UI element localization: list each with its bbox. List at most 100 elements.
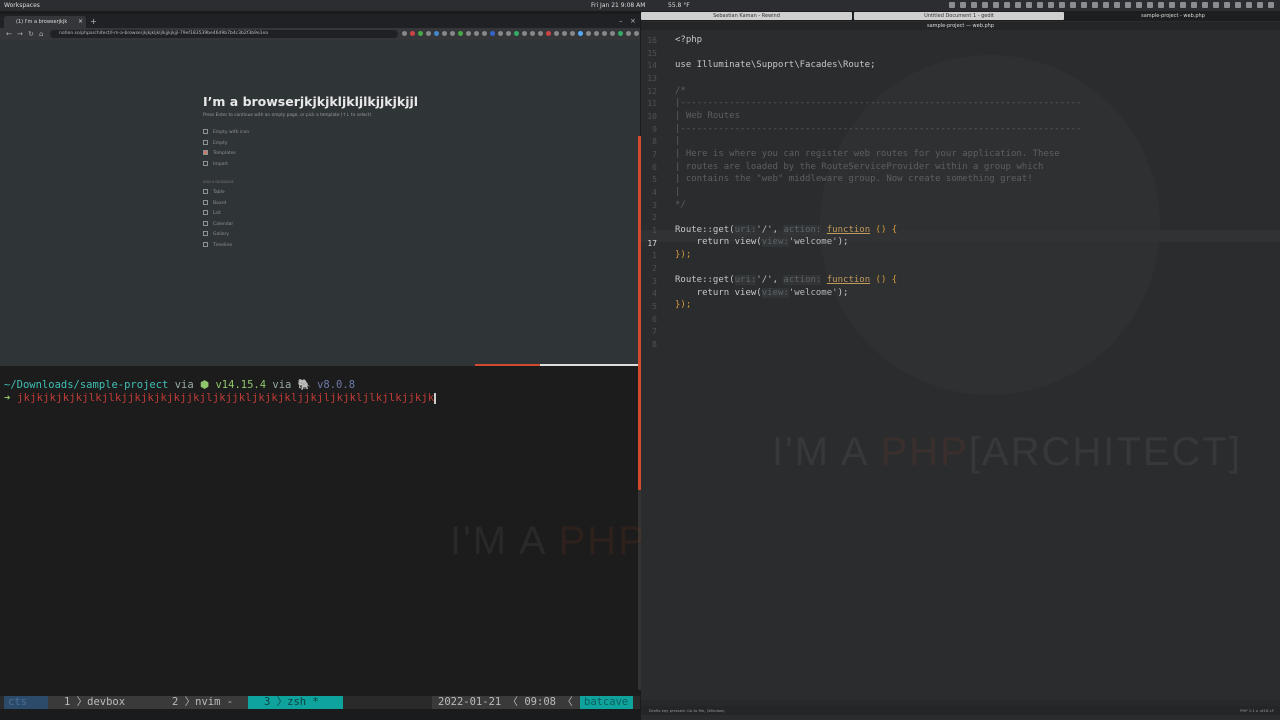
extension-icon[interactable]	[442, 31, 447, 36]
code-area[interactable]: <?php use Illuminate\Support\Facades\Rou…	[675, 33, 1280, 703]
extension-icon[interactable]	[586, 31, 591, 36]
tray-icon[interactable]	[993, 2, 999, 8]
tray-icon[interactable]	[960, 2, 966, 8]
tray-icon[interactable]	[1147, 2, 1153, 8]
tray-icon[interactable]	[1026, 2, 1032, 8]
option-templates[interactable]: Templates	[203, 150, 236, 156]
window-tab[interactable]: Sebastian Kaman - Rewind	[641, 12, 852, 20]
tray-icon[interactable]	[1004, 2, 1010, 8]
tray-icon[interactable]	[982, 2, 988, 8]
extension-icon[interactable]	[538, 31, 543, 36]
command-input[interactable]: jkjkjkjkjkjlkjlkjjkjkjkjkjjkjljkjjkljkjk…	[11, 392, 435, 404]
tray-icon[interactable]	[1235, 2, 1241, 8]
tray-icon[interactable]	[1213, 2, 1219, 8]
tray-icon[interactable]	[1081, 2, 1087, 8]
db-gallery[interactable]: Gallery	[203, 231, 229, 237]
extension-icon[interactable]	[426, 31, 431, 36]
tray-icon[interactable]	[1224, 2, 1230, 8]
extension-icon[interactable]	[602, 31, 607, 36]
forward-icon[interactable]: →	[17, 29, 23, 39]
tray-icon[interactable]	[971, 2, 977, 8]
tab-title: (1) I'm a browserjkjk	[16, 19, 68, 25]
tray-icon[interactable]	[1125, 2, 1131, 8]
tray-icon[interactable]	[1015, 2, 1021, 8]
browser-tab[interactable]: (1) I'm a browserjkjk ×	[4, 16, 86, 28]
code-token: 'welcome'	[788, 237, 838, 247]
extension-icon[interactable]	[618, 31, 623, 36]
extension-icon[interactable]	[418, 31, 423, 36]
window-tab-active[interactable]: sample-project - web.php	[1066, 12, 1280, 20]
tray-icon[interactable]	[1048, 2, 1054, 8]
extension-icon[interactable]	[402, 31, 407, 36]
tmux-window-2[interactable]: 2 〉nvim -	[158, 696, 248, 709]
extension-icon[interactable]	[506, 31, 511, 36]
tmux-window-3-active[interactable]: 3 〉zsh *	[248, 696, 343, 709]
extension-icon[interactable]	[458, 31, 463, 36]
tray-icon[interactable]	[1158, 2, 1164, 8]
window-tab[interactable]: Untitled Document 1 - gedit	[854, 12, 1064, 20]
extension-icon[interactable]	[434, 31, 439, 36]
back-icon[interactable]: ←	[6, 29, 12, 39]
close-icon[interactable]: ×	[630, 16, 636, 26]
line-number: 9	[652, 125, 657, 134]
comment-line: */	[675, 200, 686, 210]
tmux-session[interactable]: cts	[4, 696, 48, 709]
tray-icon[interactable]	[949, 2, 955, 8]
tray-icon[interactable]	[1136, 2, 1142, 8]
address-bar[interactable]: notion.so/phparchitect/I-m-a-browserjkjk…	[50, 30, 398, 38]
tray-icon[interactable]	[1037, 2, 1043, 8]
tray-icon[interactable]	[1202, 2, 1208, 8]
import-icon	[203, 161, 208, 166]
weather[interactable]: 55.8 °F	[668, 0, 690, 11]
close-icon[interactable]: ×	[78, 16, 83, 28]
db-calendar[interactable]: Calendar	[203, 221, 233, 227]
extension-icon[interactable]	[562, 31, 567, 36]
extension-icon[interactable]	[530, 31, 535, 36]
db-board[interactable]: Board	[203, 200, 226, 206]
db-list[interactable]: List	[203, 210, 221, 216]
extension-icon[interactable]	[490, 31, 495, 36]
tray-icon[interactable]	[1268, 2, 1274, 8]
workspaces-button[interactable]: Workspaces	[4, 0, 40, 11]
extension-icon[interactable]	[522, 31, 527, 36]
reload-icon[interactable]: ↻	[28, 29, 34, 39]
extension-icon[interactable]	[410, 31, 415, 36]
extension-icon[interactable]	[450, 31, 455, 36]
option-empty[interactable]: Empty	[203, 140, 228, 146]
tray-icon[interactable]	[1180, 2, 1186, 8]
extension-icon[interactable]	[626, 31, 631, 36]
new-tab-button[interactable]: +	[90, 16, 97, 27]
tray-icon[interactable]	[1092, 2, 1098, 8]
tray-icon[interactable]	[1103, 2, 1109, 8]
home-icon[interactable]: ⌂	[39, 29, 43, 39]
extension-icon[interactable]	[554, 31, 559, 36]
extension-icon[interactable]	[466, 31, 471, 36]
extension-icon[interactable]	[578, 31, 583, 36]
option-import[interactable]: Import	[203, 161, 228, 167]
extension-icon[interactable]	[514, 31, 519, 36]
tmux-window-1[interactable]: 1 〉devbox	[48, 696, 158, 709]
tray-icon[interactable]	[1114, 2, 1120, 8]
extension-icon[interactable]	[594, 31, 599, 36]
minimize-icon[interactable]: –	[619, 16, 623, 26]
extension-icon[interactable]	[474, 31, 479, 36]
db-table[interactable]: Table	[203, 189, 225, 195]
tray-icon[interactable]	[1059, 2, 1065, 8]
page-title[interactable]: I’m a browserjkjkjkljkljlkjjkjkjjl	[203, 94, 418, 109]
db-timeline[interactable]: Timeline	[203, 242, 232, 248]
command-line[interactable]: ➜ jkjkjkjkjkjlkjlkjjkjkjkjkjjkjljkjjkljk…	[4, 392, 437, 404]
extension-icon[interactable]	[498, 31, 503, 36]
page-icon	[203, 129, 208, 134]
line-number: 4	[652, 289, 657, 298]
extension-icon[interactable]	[546, 31, 551, 36]
tray-icon[interactable]	[1246, 2, 1252, 8]
tray-icon[interactable]	[1070, 2, 1076, 8]
tray-icon[interactable]	[1169, 2, 1175, 8]
extension-icon[interactable]	[482, 31, 487, 36]
option-empty-with-icon[interactable]: Empty with icon	[203, 129, 249, 135]
extension-icon[interactable]	[570, 31, 575, 36]
tray-icon[interactable]	[1191, 2, 1197, 8]
extension-icon[interactable]	[610, 31, 615, 36]
clock[interactable]: Fri Jan 21 9:08 AM	[591, 0, 645, 11]
tray-icon[interactable]	[1257, 2, 1263, 8]
